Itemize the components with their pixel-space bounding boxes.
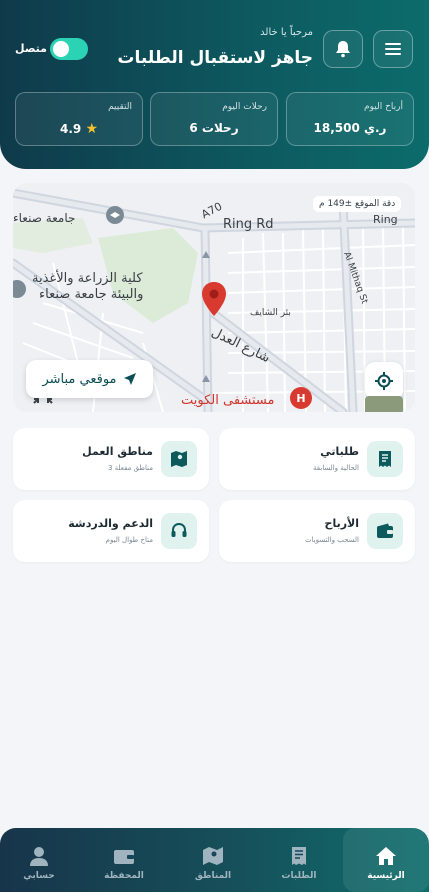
nav-item-orders[interactable]: الطلبات	[256, 828, 342, 892]
map-label-hospital: مستشفى الكويت	[181, 393, 275, 408]
stat-earnings-value: 18,500 ر.ي	[313, 121, 387, 135]
card-title: الدعم والدردشة	[68, 517, 153, 530]
stat-trips: رحلات اليوم 6 رحلات	[150, 92, 278, 146]
nav-item-wallet[interactable]: المحفظة	[81, 828, 167, 892]
card-work-zones[interactable]: مناطق العمل 3 مناطق مفعلة	[13, 428, 209, 490]
navigation-arrow-icon	[123, 373, 136, 385]
expand-icon[interactable]	[32, 397, 54, 412]
stat-trips-value: 6 رحلات	[189, 121, 239, 135]
nav-item-home[interactable]: الرئيسية	[343, 828, 429, 892]
recenter-button[interactable]	[365, 362, 403, 400]
nav-label: حسابي	[23, 871, 55, 881]
crosshair-icon	[375, 372, 393, 390]
wallet-icon	[367, 513, 403, 549]
stat-trips-label: رحلات اليوم	[222, 102, 267, 112]
stat-rating-value: 4.9	[59, 122, 82, 136]
map-label-ring-rd-2: Ring	[373, 213, 398, 226]
user-icon	[29, 845, 49, 867]
map-label-ring-rd: Ring Rd	[223, 217, 274, 232]
header: مرحباً يا خالد جاهز لاستقبال الطلبات متص…	[0, 0, 429, 169]
card-subtitle: 3 مناطق مفعلة	[107, 464, 153, 472]
live-location-label: موقعي مباشر	[42, 371, 117, 387]
card-earnings[interactable]: الأرباح السحب والتسويات	[219, 500, 415, 562]
nav-label: الطلبات	[281, 871, 317, 881]
location-pin-icon	[202, 282, 226, 316]
card-my-orders[interactable]: طلباتي الحالية والسابقة	[219, 428, 415, 490]
page-title: جاهز لاستقبال الطلبات	[117, 48, 313, 68]
menu-icon	[385, 43, 401, 55]
live-location-button[interactable]: موقعي مباشر	[26, 360, 153, 398]
card-subtitle: الحالية والسابقة	[312, 464, 359, 472]
map-icon	[161, 441, 197, 477]
nav-item-zones[interactable]: المناطق	[170, 828, 256, 892]
svg-text:H: H	[296, 392, 305, 405]
card-title: طلباتي	[320, 445, 359, 458]
card-subtitle: السحب والتسويات	[304, 536, 359, 544]
map-icon	[202, 845, 224, 867]
toggle-knob	[53, 41, 69, 57]
card-title: الأرباح	[324, 517, 359, 530]
accuracy-badge: دقة الموقع ±149 م	[313, 196, 402, 212]
nav-label: المحفظة	[104, 871, 144, 881]
nav-label: الرئيسية	[367, 871, 405, 881]
stat-rating-row: 4.9 ★	[16, 121, 142, 137]
card-subtitle: متاح طوال اليوم	[105, 536, 153, 544]
nav-label: المناطق	[194, 871, 232, 881]
wallet-icon	[113, 845, 135, 867]
receipt-icon	[291, 845, 307, 867]
notifications-button[interactable]	[323, 30, 363, 68]
map-view[interactable]: H A70 Ring Rd Ring Al Mithaq St جامعة صن…	[13, 183, 415, 412]
stat-rating: التقييم 4.9 ★	[15, 92, 143, 146]
map-label-university: جامعة صنعاء	[13, 211, 76, 225]
map-layer-thumbnail[interactable]	[365, 396, 403, 412]
star-icon: ★	[85, 121, 98, 137]
map-label-agriculture-2: والبيئة جامعة صنعاء	[39, 287, 144, 302]
status-label: متصل	[15, 42, 47, 55]
card-support-chat[interactable]: الدعم والدردشة متاح طوال اليوم	[13, 500, 209, 562]
bell-icon	[336, 41, 350, 58]
map-label-agriculture-1: كلية الزراعة والأغذية	[32, 271, 143, 286]
stat-rating-label: التقييم	[108, 102, 132, 112]
online-toggle[interactable]	[50, 38, 88, 60]
stat-earnings-label: أرباح اليوم	[364, 102, 403, 112]
receipt-icon	[367, 441, 403, 477]
bottom-nav: الرئيسية الطلبات المناطق المحفظة حسابي	[0, 828, 429, 892]
stat-earnings: أرباح اليوم 18,500 ر.ي	[286, 92, 414, 146]
menu-button[interactable]	[373, 30, 413, 68]
map-label-bir: بئر الشايف	[250, 308, 291, 318]
home-icon	[375, 845, 397, 867]
greeting-text: مرحباً يا خالد	[260, 27, 313, 38]
card-title: مناطق العمل	[82, 445, 153, 458]
headset-icon	[161, 513, 197, 549]
nav-item-account[interactable]: حسابي	[0, 828, 82, 892]
